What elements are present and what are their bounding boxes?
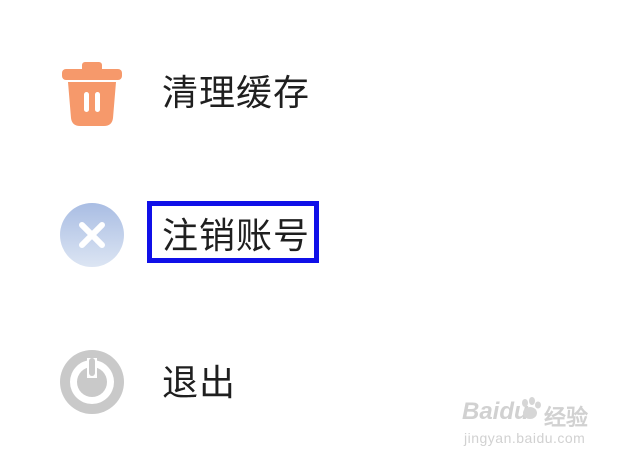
power-icon	[58, 348, 126, 416]
settings-menu-page: 清理缓存 注销账号 退出 Baidu 经验 jingyan.baidu.com	[0, 0, 624, 464]
watermark: Baidu 经验 jingyan.baidu.com	[462, 397, 612, 458]
cancel-account-item[interactable]: 注销账号	[0, 175, 624, 295]
cancel-account-label: 注销账号	[162, 216, 311, 257]
clear-cache-label: 清理缓存	[162, 73, 311, 114]
logout-label: 退出	[162, 363, 237, 404]
clear-cache-item[interactable]: 清理缓存	[0, 34, 624, 154]
close-circle-icon	[58, 201, 126, 269]
paw-icon	[522, 397, 541, 419]
watermark-brand-cn: 经验	[544, 405, 589, 430]
trash-icon	[58, 60, 126, 128]
watermark-url: jingyan.baidu.com	[464, 430, 586, 446]
